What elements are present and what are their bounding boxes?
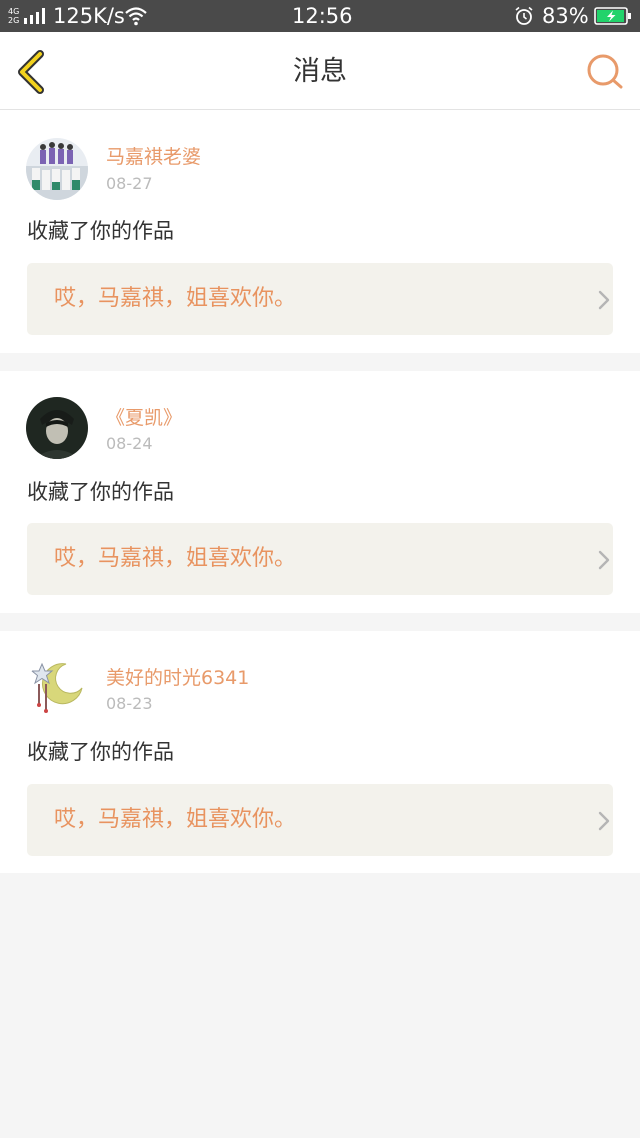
message-date: 08-23 xyxy=(106,694,153,713)
search-icon[interactable] xyxy=(584,52,626,92)
status-bar: 4G 2G 125K/s 12:56 83% xyxy=(0,0,640,32)
battery-percent: 83% xyxy=(542,4,589,28)
moon-star-avatar[interactable] xyxy=(26,658,88,720)
action-text: 收藏了你的作品 xyxy=(27,480,174,504)
work-quote-text: 哎，马嘉祺，姐喜欢你。 xyxy=(54,546,297,571)
work-quote-box[interactable]: 哎，马嘉祺，姐喜欢你。 xyxy=(27,523,613,595)
battery-charging-icon xyxy=(594,7,631,25)
username[interactable]: 美好的时光6341 xyxy=(106,666,249,690)
alarm-icon xyxy=(515,6,533,25)
message-date: 08-24 xyxy=(106,434,153,453)
message-card: 马嘉祺老婆 08-27 收藏了你的作品 哎，马嘉祺，姐喜欢你。 xyxy=(0,110,640,353)
action-text: 收藏了你的作品 xyxy=(27,740,174,764)
chevron-right-icon xyxy=(598,550,610,570)
header-bar: 消息 xyxy=(0,32,640,110)
network-type-top: 4G xyxy=(8,7,20,16)
work-quote-box[interactable]: 哎，马嘉祺，姐喜欢你。 xyxy=(27,263,613,335)
username[interactable]: 马嘉祺老婆 xyxy=(106,145,201,169)
clock: 12:56 xyxy=(292,4,353,28)
chevron-right-icon xyxy=(598,811,610,831)
chevron-right-icon xyxy=(598,290,610,310)
work-quote-box[interactable]: 哎，马嘉祺，姐喜欢你。 xyxy=(27,784,613,856)
group-photo-avatar[interactable] xyxy=(26,138,88,200)
network-type-bottom: 2G xyxy=(8,16,20,25)
work-quote-text: 哎，马嘉祺，姐喜欢你。 xyxy=(54,286,297,311)
wifi-icon xyxy=(125,7,147,26)
message-card: 《夏凯》 08-24 收藏了你的作品 哎，马嘉祺，姐喜欢你。 xyxy=(0,371,640,613)
message-card: 美好的时光6341 08-23 收藏了你的作品 哎，马嘉祺，姐喜欢你。 xyxy=(0,631,640,873)
username[interactable]: 《夏凯》 xyxy=(106,406,182,430)
network-speed: 125K/s xyxy=(53,4,125,28)
page-title: 消息 xyxy=(293,56,347,87)
signal-icon xyxy=(24,8,45,24)
action-text: 收藏了你的作品 xyxy=(27,219,174,243)
portrait-avatar[interactable] xyxy=(26,397,88,459)
message-date: 08-27 xyxy=(106,174,153,193)
work-quote-text: 哎，马嘉祺，姐喜欢你。 xyxy=(54,807,297,832)
network-type-indicator: 4G 2G xyxy=(8,7,22,27)
